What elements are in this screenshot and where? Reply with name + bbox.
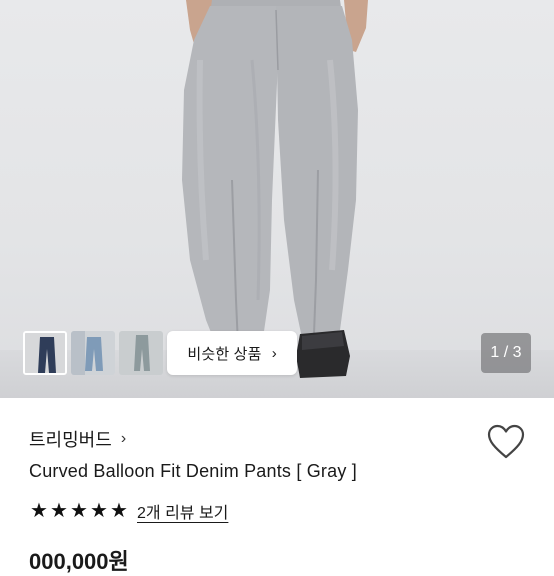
star-icon: ★: [30, 500, 48, 522]
thumbnail-3[interactable]: [119, 331, 163, 375]
gray-denim-thumb-icon: [119, 331, 163, 375]
star-icon: ★: [110, 500, 128, 522]
price: 000,000원: [29, 549, 129, 574]
brand-link[interactable]: 트리밍버드 ›: [29, 426, 126, 452]
dark-denim-thumb-icon: [25, 333, 65, 373]
thumbnail-1[interactable]: [23, 331, 67, 375]
similar-products-button[interactable]: 비슷한 상품 ›: [167, 331, 297, 375]
thumbnail-2[interactable]: [71, 331, 115, 375]
product-photo[interactable]: 비슷한 상품 › 1 / 3: [0, 0, 554, 398]
brand-name: 트리밍버드: [29, 430, 112, 450]
heart-icon[interactable]: [487, 424, 525, 460]
chevron-right-icon: ›: [271, 344, 277, 362]
rating-row: ★ ★ ★ ★ ★ 2개 리뷰 보기: [29, 499, 228, 523]
star-icon: ★: [50, 500, 68, 522]
light-denim-thumb-icon: [71, 331, 115, 375]
product-title: Curved Balloon Fit Denim Pants [ Gray ]: [29, 461, 357, 481]
star-rating: ★ ★ ★ ★ ★: [29, 500, 129, 522]
chevron-right-icon: ›: [120, 430, 127, 447]
review-link[interactable]: 2개 리뷰 보기: [137, 499, 228, 523]
star-icon: ★: [70, 500, 88, 522]
similar-products-label: 비슷한 상품: [187, 345, 262, 363]
star-icon: ★: [90, 500, 108, 522]
image-counter: 1 / 3: [481, 333, 531, 373]
